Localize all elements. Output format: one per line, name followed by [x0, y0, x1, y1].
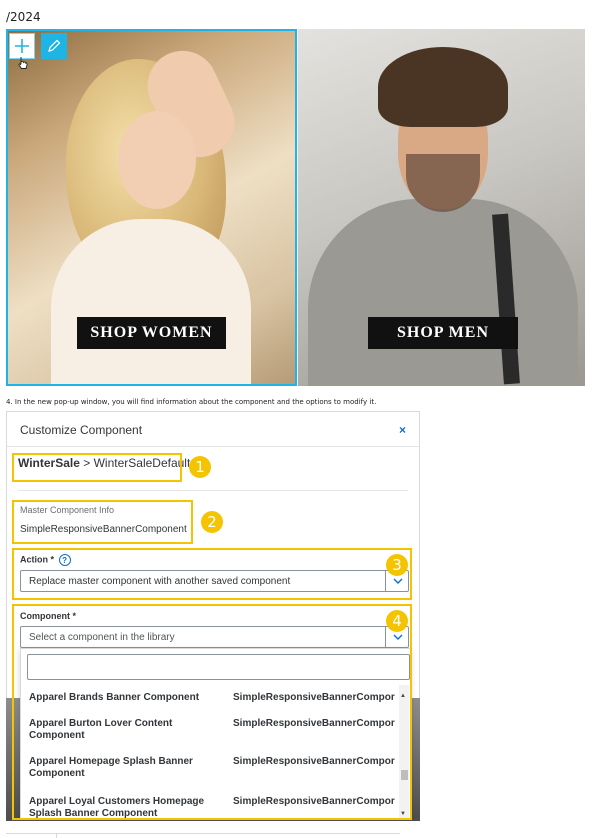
- selected-component-outline: [6, 29, 297, 386]
- step-caption: 4. In the new pop-up window, you will fi…: [6, 398, 377, 406]
- callout-box-1: [12, 453, 182, 482]
- man-hair: [378, 47, 508, 127]
- callout-badge-1: 1: [189, 456, 211, 478]
- callout-box-4: [12, 604, 412, 820]
- plus-icon: [15, 39, 29, 53]
- dialog-header-divider: [7, 446, 419, 447]
- footer-table-border: [6, 833, 400, 834]
- dialog-title: Customize Component: [20, 423, 143, 437]
- callout-badge-3: 3: [386, 554, 408, 576]
- callout-badge-4: 4: [386, 610, 408, 632]
- hand-cursor-icon: [17, 56, 29, 75]
- breadcrumb-divider: [18, 490, 408, 491]
- close-icon[interactable]: ×: [399, 423, 406, 437]
- man-body: [308, 199, 578, 386]
- men-banner-image[interactable]: SHOP MEN: [298, 29, 585, 386]
- callout-badge-2: 2: [201, 511, 223, 533]
- shop-men-button[interactable]: SHOP MEN: [368, 317, 518, 349]
- callout-box-2: [12, 500, 193, 544]
- page-date: /2024: [6, 10, 41, 24]
- footer-table-divider: [56, 833, 57, 838]
- pencil-icon: [48, 39, 61, 52]
- callout-box-3: [12, 548, 412, 600]
- edit-component-button[interactable]: [41, 33, 67, 59]
